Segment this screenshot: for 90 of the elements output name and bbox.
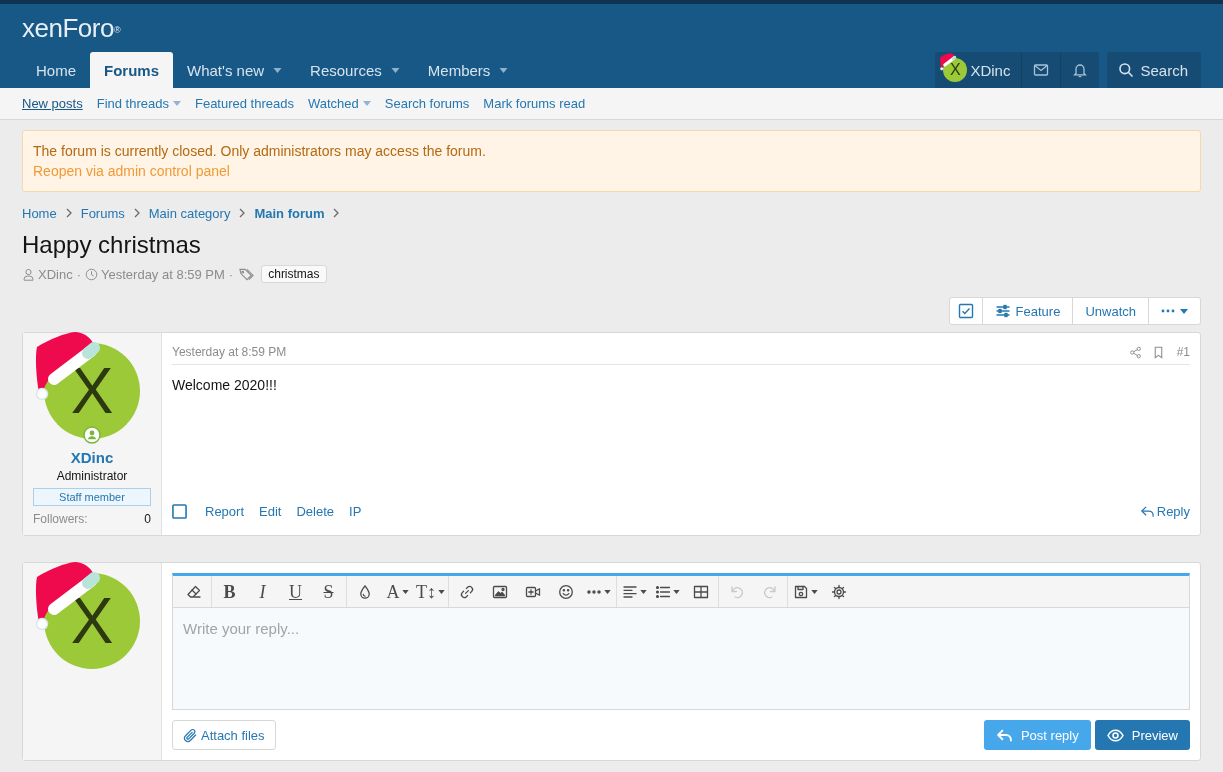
attach-files-button[interactable]: Attach files [172, 720, 276, 750]
font-button[interactable]: A [381, 576, 414, 607]
caret-icon[interactable] [640, 589, 647, 594]
bulleted-list-icon[interactable] [655, 583, 671, 600]
breadcrumb-link[interactable]: Main forum [254, 205, 325, 221]
breadcrumb-link[interactable]: Forums [80, 205, 125, 221]
meta-separator: · [75, 266, 83, 282]
nav-tab[interactable]: Resources [296, 52, 414, 88]
site-logo[interactable]: xenForo$^{®}$ [22, 13, 121, 43]
caret-icon[interactable] [1180, 308, 1188, 314]
staff-banner: Staff member [33, 488, 151, 506]
post-action-link[interactable]: Report [205, 503, 245, 519]
breadcrumb-link[interactable]: Home [22, 205, 57, 221]
eraser-icon[interactable] [185, 583, 202, 600]
multi-select-button[interactable] [948, 297, 983, 325]
sliders-icon[interactable] [994, 303, 1011, 319]
paperclip-icon[interactable] [183, 727, 198, 743]
subnav-link[interactable]: New posts [15, 96, 90, 111]
meta-separator: · [227, 266, 235, 282]
underline-button[interactable]: U [279, 576, 312, 607]
caret-icon[interactable] [604, 589, 611, 594]
user-icon [22, 267, 35, 281]
nav-tab[interactable]: Forums [90, 52, 174, 88]
search-icon[interactable] [1118, 62, 1135, 78]
post-reply-button[interactable]: Post reply [983, 720, 1091, 750]
search-button[interactable]: Search [1107, 52, 1201, 88]
reply-input[interactable]: Write your reply... [172, 608, 1190, 710]
ellipsis-icon[interactable] [1161, 309, 1175, 313]
subnav-link[interactable]: Search forums [377, 96, 477, 111]
reply-arrow-icon[interactable] [1139, 503, 1155, 519]
caret-icon[interactable] [673, 589, 680, 594]
nav-tab[interactable]: Members [413, 52, 523, 88]
feature-button[interactable]: Feature [982, 297, 1074, 325]
image-icon[interactable] [491, 583, 508, 600]
bell-icon[interactable] [1072, 62, 1089, 78]
caret-icon[interactable] [811, 589, 818, 594]
nav-tab[interactable]: What's new [173, 52, 297, 88]
author-link[interactable]: XDinc [38, 266, 73, 282]
tag-link[interactable]: christmas [261, 265, 327, 283]
preview-button[interactable]: Preview [1094, 720, 1190, 750]
post-action-link[interactable]: IP [349, 503, 362, 519]
subnav-link[interactable]: Find threads [89, 96, 188, 111]
caret-icon[interactable] [438, 589, 445, 594]
inbox-button[interactable] [1021, 52, 1061, 88]
chevron-right-icon [333, 208, 340, 218]
tags-icon [238, 266, 256, 282]
post-date-link[interactable]: Yesterday at 8:59 PM [172, 345, 287, 359]
notice-text: The forum is currently closed. Only administrators may access the forum. [33, 142, 487, 161]
link-icon[interactable] [458, 583, 475, 600]
clock-icon [85, 267, 99, 281]
caret-icon[interactable] [390, 67, 400, 73]
chevron-right-icon [65, 208, 72, 218]
strikethrough-button[interactable]: S [312, 576, 345, 607]
caret-icon[interactable] [499, 67, 509, 73]
align-left-icon[interactable] [622, 583, 638, 600]
account-link[interactable]: X XDinc [935, 52, 1022, 88]
watch-button[interactable]: Unwatch [1073, 297, 1149, 325]
mail-icon[interactable] [1033, 62, 1050, 78]
username-link[interactable]: XDinc [70, 449, 114, 467]
thread-date-link[interactable]: Yesterday at 8:59 PM [101, 266, 225, 282]
more-options-button[interactable] [1149, 297, 1201, 325]
post-action-link[interactable]: Edit [259, 503, 282, 519]
caret-icon[interactable] [401, 589, 409, 594]
reply-link[interactable]: Reply [1139, 503, 1190, 519]
caret-icon[interactable] [273, 67, 283, 73]
share-icon[interactable] [1128, 345, 1142, 359]
subnav-link[interactable]: Watched [301, 96, 378, 111]
user-title: Administrator [56, 468, 128, 484]
check-square-icon[interactable] [957, 303, 974, 319]
chevron-right-icon [133, 208, 140, 218]
breadcrumb-link[interactable]: Main category [148, 205, 231, 221]
settings-icon[interactable] [830, 583, 847, 600]
post-text: Welcome 2020!!! [172, 376, 278, 395]
post-number-link[interactable]: #1 [1176, 345, 1190, 359]
nav-tab[interactable]: Home [22, 52, 90, 88]
smiley-icon[interactable] [557, 583, 574, 600]
stat-label: Followers: [33, 511, 88, 528]
italic-button[interactable]: I [246, 576, 279, 607]
post-action-link[interactable]: Delete [296, 503, 334, 519]
alerts-button[interactable] [1060, 52, 1100, 88]
thread-title: Happy christmas [22, 230, 202, 260]
table-icon[interactable] [692, 583, 709, 600]
font-size-button[interactable]: T↕ [414, 576, 447, 607]
bold-button[interactable]: B [213, 576, 246, 607]
chevron-right-icon [239, 208, 246, 218]
stat-value: 0 [144, 511, 151, 528]
eye-icon[interactable] [1106, 726, 1124, 744]
select-checkbox[interactable] [172, 503, 187, 519]
subnav-link[interactable]: Mark forums read [476, 96, 593, 111]
subnav-link[interactable]: Featured threads [187, 96, 301, 111]
